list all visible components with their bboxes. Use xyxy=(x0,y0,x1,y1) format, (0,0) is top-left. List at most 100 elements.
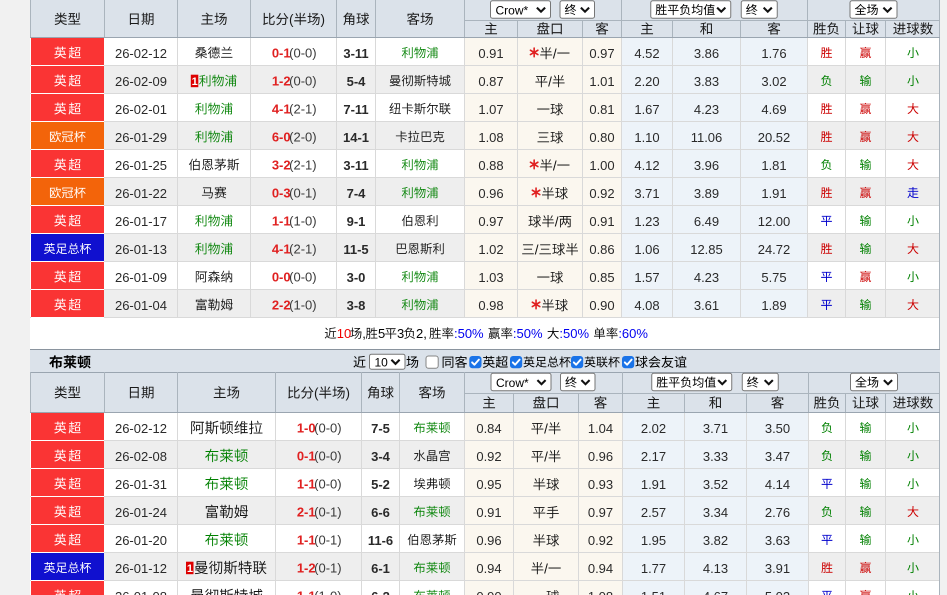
svg-text:Crow*: Crow* xyxy=(496,3,529,17)
svg-text:3-11: 3-11 xyxy=(343,158,368,173)
svg-text:3.50: 3.50 xyxy=(765,421,790,436)
svg-text:1-1: 1-1 xyxy=(272,213,291,228)
svg-text:0.96: 0.96 xyxy=(588,449,613,464)
svg-text:10: 10 xyxy=(337,326,351,341)
svg-text:1.67: 1.67 xyxy=(634,102,659,117)
svg-text:(0-0): (0-0) xyxy=(289,45,316,60)
svg-text:0.97: 0.97 xyxy=(588,505,613,520)
svg-text:1-2: 1-2 xyxy=(297,560,316,575)
svg-text:26-01-12: 26-01-12 xyxy=(115,561,167,576)
svg-text:(2-1): (2-1) xyxy=(289,157,316,172)
svg-text:4.13: 4.13 xyxy=(703,561,728,576)
svg-text:(0-0): (0-0) xyxy=(314,420,341,435)
svg-text:1.07: 1.07 xyxy=(478,102,503,117)
svg-text:0-1: 0-1 xyxy=(272,45,291,60)
svg-text:26-01-29: 26-01-29 xyxy=(115,130,167,145)
svg-text:3: 3 xyxy=(397,326,404,341)
svg-text:26-01-20: 26-01-20 xyxy=(115,533,167,548)
svg-text:): ) xyxy=(321,12,326,27)
svg-text:0.90: 0.90 xyxy=(476,589,501,595)
svg-text:14-1: 14-1 xyxy=(343,130,369,145)
svg-text:20.52: 20.52 xyxy=(758,130,791,145)
svg-text:2.20: 2.20 xyxy=(634,74,659,89)
svg-text:6-6: 6-6 xyxy=(371,505,390,520)
svg-text:3.86: 3.86 xyxy=(694,46,719,61)
svg-text:3-4: 3-4 xyxy=(371,449,391,464)
svg-text:(0-0): (0-0) xyxy=(289,73,316,88)
svg-text:26-02-08: 26-02-08 xyxy=(115,449,167,464)
svg-text:1.81: 1.81 xyxy=(761,158,786,173)
svg-text:3.61: 3.61 xyxy=(694,298,719,313)
svg-text:0.87: 0.87 xyxy=(478,74,503,89)
svg-text::50%: :50% xyxy=(454,326,484,341)
svg-text:(1-0): (1-0) xyxy=(289,297,316,312)
svg-text::50%: :50% xyxy=(559,326,589,341)
svg-text:0.80: 0.80 xyxy=(589,130,614,145)
svg-text:11-6: 11-6 xyxy=(368,533,393,548)
svg-text:1.95: 1.95 xyxy=(641,533,666,548)
svg-text:26-01-09: 26-01-09 xyxy=(115,270,167,285)
svg-text:3.71: 3.71 xyxy=(634,186,659,201)
svg-text:): ) xyxy=(346,386,351,401)
svg-text:3-0: 3-0 xyxy=(347,270,366,285)
svg-text:0.85: 0.85 xyxy=(589,270,614,285)
svg-text:/: / xyxy=(553,46,557,61)
svg-text:1.91: 1.91 xyxy=(641,477,666,492)
svg-text:(0-0): (0-0) xyxy=(314,476,341,491)
svg-text:4-1: 4-1 xyxy=(272,101,291,116)
svg-text:0.90: 0.90 xyxy=(589,298,614,313)
svg-text::50%: :50% xyxy=(513,326,543,341)
svg-text:1.06: 1.06 xyxy=(634,242,659,257)
svg-text:26-01-22: 26-01-22 xyxy=(115,186,167,201)
svg-text:6-2: 6-2 xyxy=(371,589,390,595)
svg-text:(2-1): (2-1) xyxy=(289,241,316,256)
svg-text:/: / xyxy=(553,158,557,173)
svg-text:3.82: 3.82 xyxy=(703,533,728,548)
svg-text:/: / xyxy=(535,242,539,257)
svg-text:/: / xyxy=(544,561,548,576)
svg-text:1.89: 1.89 xyxy=(761,298,786,313)
svg-text:4-1: 4-1 xyxy=(272,241,291,256)
svg-text:7-5: 7-5 xyxy=(371,421,390,436)
svg-text:(2-0): (2-0) xyxy=(289,129,316,144)
svg-text:1.00: 1.00 xyxy=(589,158,614,173)
svg-text:6-0: 6-0 xyxy=(272,129,291,144)
svg-text:0.81: 0.81 xyxy=(589,102,614,117)
svg-text:1.91: 1.91 xyxy=(761,186,786,201)
svg-text:3.83: 3.83 xyxy=(694,74,719,89)
svg-text:5: 5 xyxy=(378,326,385,341)
svg-text:10: 10 xyxy=(375,356,389,370)
svg-text:0.92: 0.92 xyxy=(589,186,614,201)
svg-text:(: ( xyxy=(314,386,319,401)
svg-text:(1-0): (1-0) xyxy=(289,213,316,228)
svg-text:1-1: 1-1 xyxy=(297,588,316,595)
svg-text:(0-1): (0-1) xyxy=(314,560,341,575)
svg-text:3.89: 3.89 xyxy=(694,186,719,201)
svg-text:/: / xyxy=(555,214,559,229)
svg-text:3.02: 3.02 xyxy=(761,74,786,89)
svg-text:0.96: 0.96 xyxy=(476,533,501,548)
svg-text:1-2: 1-2 xyxy=(272,73,291,88)
svg-text:5.75: 5.75 xyxy=(761,270,786,285)
svg-text:2.76: 2.76 xyxy=(765,505,790,520)
svg-text:/: / xyxy=(548,74,552,89)
svg-text:5.02: 5.02 xyxy=(765,589,790,595)
svg-text:3.63: 3.63 xyxy=(765,533,790,548)
svg-text:0-3: 0-3 xyxy=(272,185,291,200)
svg-text:6.49: 6.49 xyxy=(694,214,719,229)
svg-text:3.33: 3.33 xyxy=(703,449,728,464)
svg-text:Crow*: Crow* xyxy=(496,376,529,390)
svg-text:0.93: 0.93 xyxy=(588,477,613,492)
svg-text:24.72: 24.72 xyxy=(758,242,791,257)
svg-text:4.52: 4.52 xyxy=(634,46,659,61)
svg-text:2.17: 2.17 xyxy=(641,449,666,464)
svg-text:(1-0): (1-0) xyxy=(314,588,341,595)
svg-text:1.23: 1.23 xyxy=(634,214,659,229)
svg-text:1.51: 1.51 xyxy=(641,589,666,595)
svg-text:26-01-31: 26-01-31 xyxy=(115,477,167,492)
svg-text:0.88: 0.88 xyxy=(478,158,503,173)
svg-text:1.01: 1.01 xyxy=(589,74,614,89)
svg-text:26-01-25: 26-01-25 xyxy=(115,158,167,173)
svg-text:7-11: 7-11 xyxy=(343,102,368,117)
svg-text:0.94: 0.94 xyxy=(476,561,501,576)
